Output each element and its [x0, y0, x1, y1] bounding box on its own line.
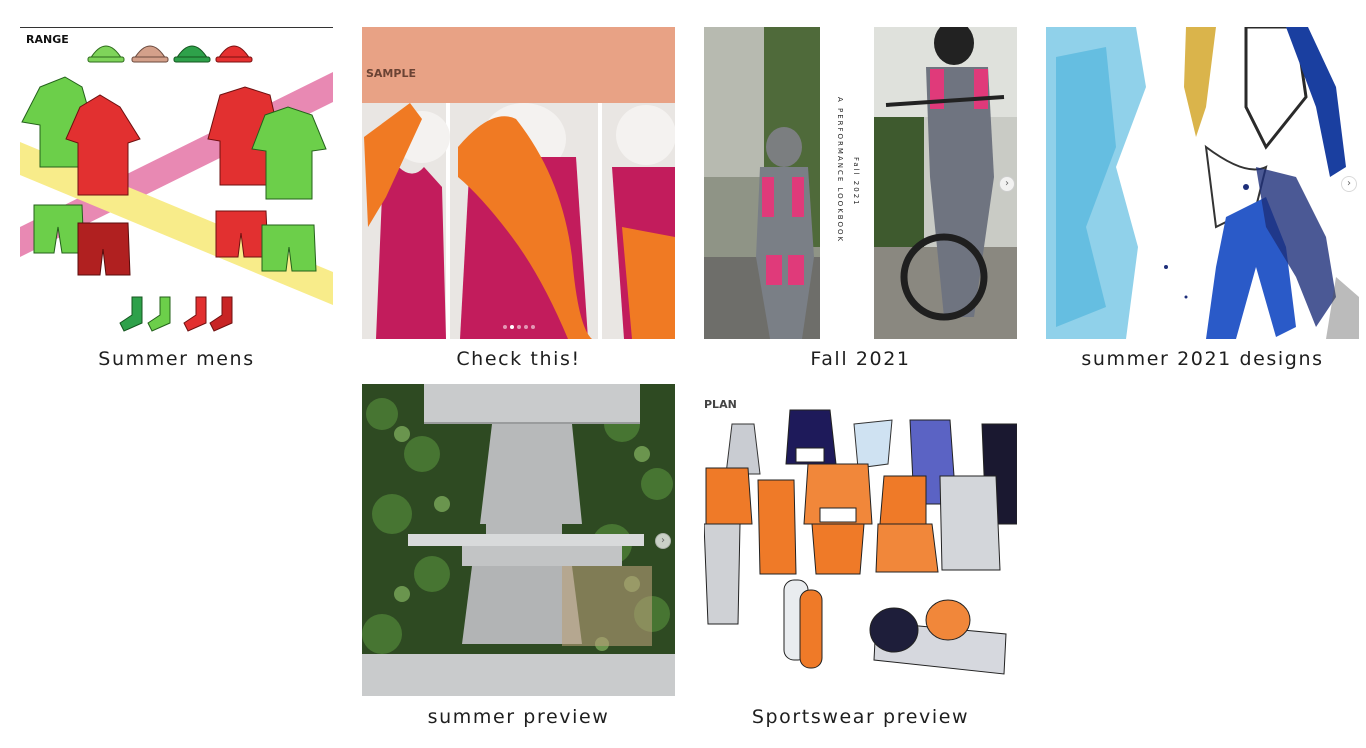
gallery-item-check-this[interactable]: SAMPLE [362, 27, 675, 339]
summer-preview-image [362, 384, 675, 696]
summer-mens-image: RANGE [20, 27, 333, 332]
svg-text:SAMPLE: SAMPLE [366, 67, 416, 80]
carousel-dots [362, 325, 675, 329]
carousel-dot[interactable] [530, 325, 535, 329]
gallery-caption[interactable]: Summer mens [20, 348, 333, 370]
gallery-caption[interactable]: summer preview [362, 706, 675, 728]
fall-2021-image: A PERFORMANCE LOOKBOOK Fall 2021 [704, 27, 1017, 339]
gallery-item-summer-2021-designs[interactable]: › [1046, 27, 1359, 339]
sportswear-preview-image: PLAN [704, 384, 1017, 696]
carousel-dot[interactable] [523, 325, 528, 329]
gallery-caption[interactable]: summer 2021 designs [1046, 348, 1359, 370]
gallery-item-fall-2021[interactable]: A PERFORMANCE LOOKBOOK Fall 2021 › [704, 27, 1017, 339]
gallery-item-summer-preview[interactable]: › [362, 384, 675, 696]
svg-text:PLAN: PLAN [704, 398, 737, 411]
gallery-caption[interactable]: Sportswear preview [704, 706, 1017, 728]
chevron-right-icon[interactable]: › [1341, 176, 1357, 192]
svg-text:Fall 2021: Fall 2021 [852, 157, 860, 207]
gallery-item-sportswear-preview[interactable]: PLAN [704, 384, 1017, 696]
check-this-image: SAMPLE [362, 27, 675, 339]
gallery-item-summer-mens[interactable]: RANGE [20, 27, 333, 339]
svg-text:RANGE: RANGE [26, 33, 69, 46]
gallery-caption[interactable]: Check this! [362, 348, 675, 370]
carousel-dot[interactable] [502, 325, 507, 329]
carousel-dot[interactable] [516, 325, 521, 329]
carousel-dot[interactable] [509, 325, 514, 329]
summer-2021-designs-image [1046, 27, 1359, 339]
svg-text:A PERFORMANCE LOOKBOOK: A PERFORMANCE LOOKBOOK [836, 97, 844, 243]
chevron-right-icon[interactable]: › [999, 176, 1015, 192]
chevron-right-icon[interactable]: › [655, 533, 671, 549]
gallery-caption[interactable]: Fall 2021 [704, 348, 1017, 370]
